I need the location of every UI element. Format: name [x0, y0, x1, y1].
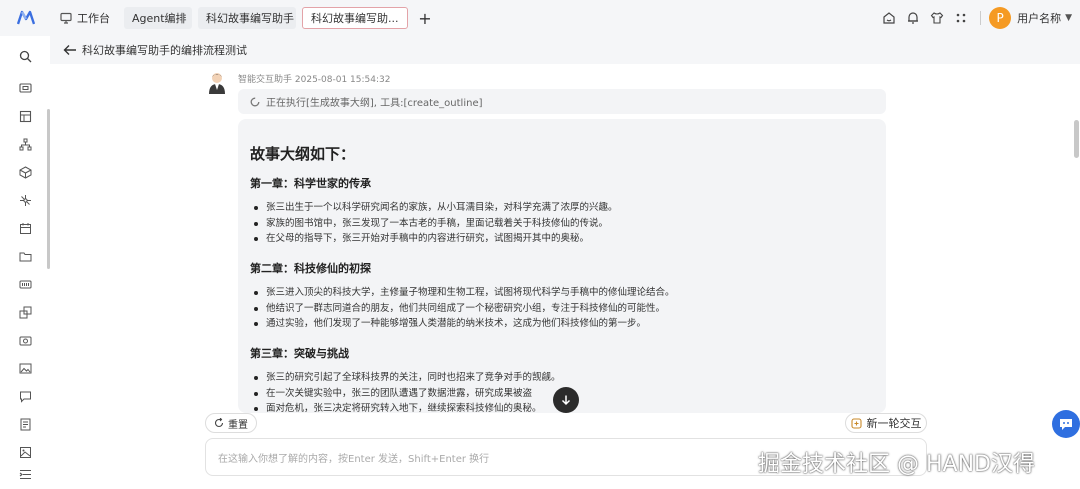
search-icon[interactable] [17, 48, 33, 64]
user-name[interactable]: 用户名称 [1017, 10, 1061, 26]
list-item: 在父母的指导下，张三开始对手稿中的内容进行研究，试图揭开其中的奥秘。 [254, 231, 618, 247]
monitor-icon [60, 12, 72, 24]
org-chart-icon[interactable] [17, 136, 33, 152]
home-icon[interactable] [878, 7, 900, 29]
refresh-icon [214, 418, 224, 428]
new-chat-icon [850, 417, 862, 429]
list-item: 张三出生于一个以科学研究闻名的家族，从小耳濡目染，对科学充满了浓厚的兴趣。 [254, 200, 618, 216]
list-item: 在一次关键实验中，张三的团队遭遇了数据泄露，研究成果被盗 [254, 386, 561, 402]
sender-name: 智能交互助手 [238, 75, 293, 85]
new-round-label: 新一轮交互 [866, 417, 922, 430]
assistant-float-button[interactable] [1052, 410, 1080, 438]
chapter-list: 张三进入顶尖的科技大学，主修量子物理和生物工程，试图将现代科学与手稿中的修仙理论… [254, 285, 675, 332]
scroll-to-bottom-button[interactable] [553, 387, 579, 413]
assistant-avatar [205, 70, 229, 94]
reset-label: 重置 [228, 419, 248, 431]
calendar-icon[interactable] [17, 220, 33, 236]
more-options-icon[interactable] [950, 7, 972, 29]
brand-logo-icon[interactable] [0, 0, 52, 36]
document-icon[interactable] [17, 416, 33, 432]
main-scrollbar[interactable] [1074, 120, 1079, 158]
shirt-icon[interactable] [926, 7, 948, 29]
status-text: 正在执行[生成故事大纲], 工具:[create_outline] [266, 98, 483, 109]
message-icon[interactable] [17, 388, 33, 404]
screen-icon[interactable] [17, 80, 33, 96]
bell-icon[interactable] [902, 7, 924, 29]
sidebar [0, 36, 50, 489]
tab-label: Agent编排 [132, 12, 187, 25]
message-timestamp: 2025-08-01 15:54:32 [294, 75, 391, 85]
network-icon[interactable] [17, 192, 33, 208]
chat-bubble-icon [1060, 419, 1072, 430]
chapter-title: 第三章：突破与挑战 [250, 347, 349, 360]
tab-workbench[interactable]: 工作台 [52, 7, 118, 29]
top-bar: 工作台 Agent编排 科幻故事编写助手 科幻故事编写助... + P 用户名称… [0, 0, 1080, 36]
list-item: 他结识了一群志同道合的朋友，他们共同组成了一个秘密研究小组，专注于科技修仙的可能… [254, 301, 675, 317]
outline-card: 故事大纲如下： 第一章：科学世家的传承 张三出生于一个以科学研究闻名的家族，从小… [238, 119, 886, 413]
chapter-title: 第一章：科学世家的传承 [250, 177, 371, 190]
watermark: 掘金技术社区 @ HAND汉得 [758, 452, 1035, 477]
arrow-down-icon [561, 395, 571, 406]
message-meta: 智能交互助手 2025-08-01 15:54:32 [238, 72, 390, 85]
list-item: 家族的图书馆中，张三发现了一本古老的手稿，里面记载着关于科技修仙的传说。 [254, 216, 618, 232]
list-item: 通过实验，他们发现了一种能够增强人类潜能的纳米技术，这成为他们科技修仙的第一步。 [254, 316, 675, 332]
chapter-list: 张三的研究引起了全球科技界的关注，同时也招来了竞争对手的觊觎。 在一次关键实验中… [254, 370, 561, 413]
grid-doc-icon[interactable] [17, 108, 33, 124]
list-item: 张三的研究引起了全球科技界的关注，同时也招来了竞争对手的觊觎。 [254, 370, 561, 386]
menu-collapse-icon[interactable] [17, 466, 33, 482]
tab-scifi-assistant-active[interactable]: 科幻故事编写助... [302, 7, 408, 29]
camera-icon[interactable] [17, 332, 33, 348]
reset-button[interactable]: 重置 [205, 413, 257, 433]
tab-label: 工作台 [77, 12, 110, 25]
tab-label: 科幻故事编写助手 [206, 12, 294, 25]
user-avatar[interactable]: P [989, 7, 1012, 29]
folder-icon[interactable] [17, 248, 33, 264]
chapter-list: 张三出生于一个以科学研究闻名的家族，从小耳濡目染，对科学充满了浓厚的兴趣。 家族… [254, 200, 618, 247]
chevron-down-icon[interactable]: ▼ [1065, 13, 1072, 23]
list-item: 张三进入顶尖的科技大学，主修量子物理和生物工程，试图将现代科学与手稿中的修仙理论… [254, 285, 675, 301]
tab-agent-orchestration[interactable]: Agent编排 [124, 7, 192, 29]
cube-icon[interactable] [17, 164, 33, 180]
layers-icon[interactable] [17, 304, 33, 320]
page-header: 科幻故事编写助手的编排流程测试 [50, 36, 1080, 64]
divider [980, 11, 982, 25]
tab-scifi-assistant[interactable]: 科幻故事编写助手 [198, 7, 296, 29]
execution-status: 正在执行[生成故事大纲], 工具:[create_outline] [238, 89, 886, 114]
chat-input-placeholder: 在这输入你想了解的内容，按Enter 发送，Shift+Enter 换行 [218, 453, 490, 465]
top-right-toolbar: P 用户名称 ▼ [878, 0, 1080, 36]
back-arrow-icon[interactable] [60, 40, 80, 60]
tab-label: 科幻故事编写助... [311, 12, 399, 25]
outline-heading: 故事大纲如下： [250, 145, 356, 163]
chapter-title: 第二章：科技修仙的初探 [250, 262, 371, 275]
list-item: 面对危机，张三决定将研究转入地下，继续探索科技修仙的奥秘。 [254, 401, 561, 413]
gallery-icon[interactable] [17, 444, 33, 460]
page-title: 科幻故事编写助手的编排流程测试 [82, 44, 247, 57]
add-tab-button[interactable]: + [414, 7, 436, 29]
image-icon[interactable] [17, 360, 33, 376]
loading-icon [250, 97, 260, 107]
barcode-icon[interactable] [17, 276, 33, 292]
new-round-button[interactable]: 新一轮交互 [845, 413, 927, 433]
